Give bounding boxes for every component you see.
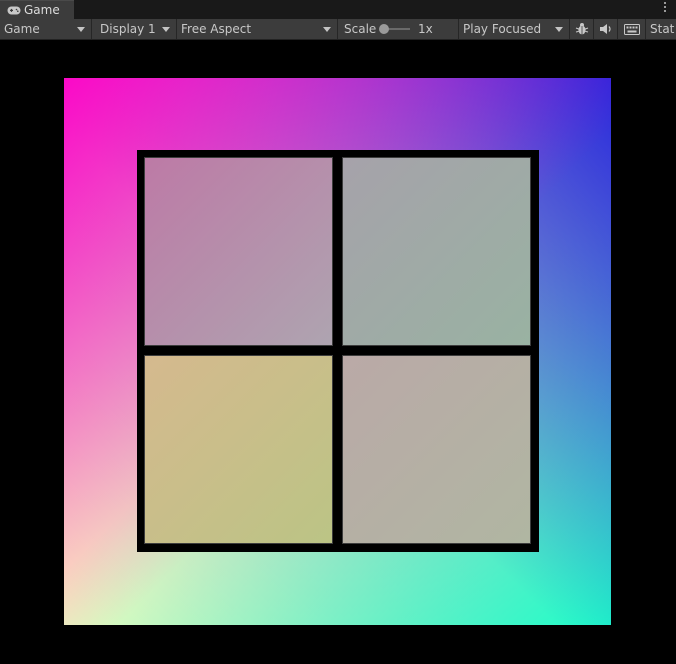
tile-top-left	[144, 157, 333, 346]
keyboard-shortcuts-button[interactable]	[618, 19, 646, 39]
aspect-dropdown[interactable]: Free Aspect	[177, 19, 338, 39]
mute-audio-button[interactable]	[594, 19, 618, 39]
chevron-down-icon	[323, 27, 331, 32]
scale-label: Scale	[344, 22, 377, 36]
tab-label: Game	[24, 3, 60, 17]
scale-value: 1x	[418, 22, 433, 36]
tile-top-right	[342, 157, 531, 346]
game-toolbar: Game Display 1 Free Aspect Scale 1x Play…	[0, 19, 676, 40]
tile-grid-frame	[137, 150, 539, 552]
chevron-down-icon	[162, 27, 170, 32]
gamepad-icon	[7, 6, 21, 14]
bug-icon	[575, 23, 588, 35]
display-label: Display 1	[100, 22, 156, 36]
scale-control: Scale 1x	[338, 19, 459, 39]
scale-slider-handle[interactable]	[379, 24, 389, 34]
display-dropdown[interactable]: Display 1	[92, 19, 177, 39]
play-mode-dropdown[interactable]: Play Focused	[459, 19, 570, 39]
tab-game[interactable]: Game	[0, 0, 74, 19]
tab-bar: Game	[0, 0, 676, 19]
view-mode-dropdown[interactable]: Game	[0, 19, 92, 39]
stats-label: Stat	[650, 22, 675, 36]
keyboard-icon	[623, 23, 640, 35]
view-mode-label: Game	[4, 22, 40, 36]
speaker-icon	[599, 24, 611, 34]
play-mode-label: Play Focused	[463, 22, 542, 36]
chevron-down-icon	[555, 27, 563, 32]
tile-bottom-right	[342, 355, 531, 544]
debug-toggle-button[interactable]	[570, 19, 594, 39]
more-options-icon[interactable]	[663, 2, 667, 16]
chevron-down-icon	[77, 27, 85, 32]
tile-bottom-left	[144, 355, 333, 544]
stats-button[interactable]: Stat	[646, 19, 676, 39]
aspect-label: Free Aspect	[181, 22, 252, 36]
